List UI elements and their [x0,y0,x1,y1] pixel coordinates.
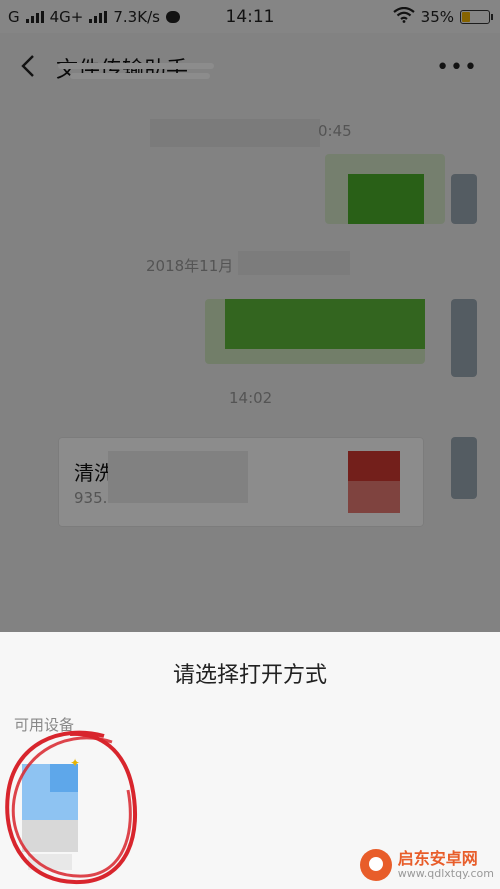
dim-overlay[interactable] [0,0,500,632]
open-with-sheet: 请选择打开方式 可用设备 ✦ 启东安卓网 www.qdlxtqy.com [0,632,500,889]
device-option[interactable] [14,742,92,874]
watermark-logo-icon [359,849,392,881]
device-icon [22,764,78,870]
section-label-available-devices: 可用设备 [14,716,75,734]
watermark-name: 启东安卓网 [397,848,478,868]
sheet-title: 请选择打开方式 [172,663,327,688]
sparkle-icon: ✦ [70,756,81,770]
watermark-url: www.qdlxtqy.com [397,866,494,880]
watermark: 启东安卓网 www.qdlxtqy.com [359,848,494,881]
